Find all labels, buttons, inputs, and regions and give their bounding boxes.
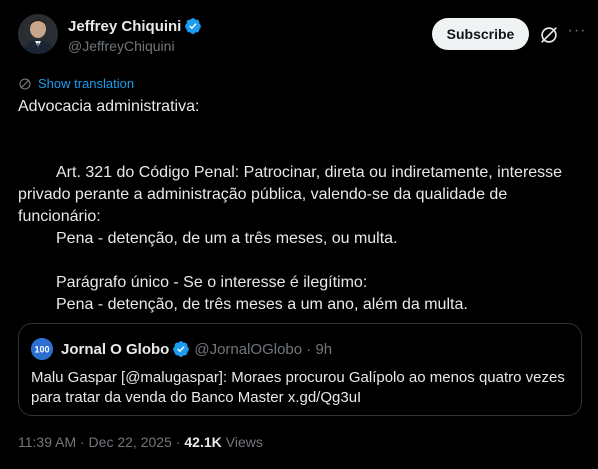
tweet-text: Advocacia administrativa: Art. 321 do Có… [18, 96, 588, 316]
tweet-line: Advocacia administrativa: [18, 98, 200, 115]
quoted-author-name: Jornal O Globo [61, 340, 170, 358]
more-options-icon[interactable]: ··· [566, 22, 588, 44]
show-translation-link[interactable]: Show translation [18, 76, 134, 91]
verified-badge-icon [184, 17, 202, 35]
author-handle[interactable]: @JeffreyChiquini [68, 38, 202, 54]
author-info: Jeffrey Chiquini @JeffreyChiquini [68, 16, 202, 54]
author-name-row: Jeffrey Chiquini [68, 16, 202, 36]
tweet-line: Pena - detenção, de três meses a um ano,… [56, 296, 468, 313]
views-label: Views [225, 434, 263, 450]
show-translation-label: Show translation [38, 76, 135, 91]
quoted-tweet-text: Malu Gaspar [@malugaspar]: Moraes procur… [31, 369, 565, 406]
tweet-line: Pena - detenção, de um a três meses, ou … [56, 230, 398, 247]
timestamp[interactable]: 11:39 AM · Dec 22, 2025 · [18, 434, 180, 450]
author-name[interactable]: Jeffrey Chiquini [68, 18, 181, 35]
quoted-tweet[interactable]: 100 Jornal O Globo @JornalOGlobo · 9h Ma… [18, 323, 582, 416]
avatar[interactable] [18, 14, 58, 54]
quoted-author-handle-time: @JornalOGlobo · 9h [194, 340, 333, 358]
tweet-header: Jeffrey Chiquini @JeffreyChiquini Subscr… [18, 14, 585, 58]
grok-icon[interactable] [538, 24, 560, 46]
o-globo-logo-icon: 100 [31, 338, 53, 360]
tweet-line: Parágrafo único - Se o interesse é ilegí… [56, 274, 368, 291]
avatar-image [18, 14, 58, 54]
tweet-line: Art. 321 do Código Penal: Patrocinar, di… [18, 164, 567, 225]
quoted-tweet-header: 100 Jornal O Globo @JornalOGlobo · 9h [31, 338, 332, 360]
subscribe-button[interactable]: Subscribe [432, 18, 529, 50]
verified-badge-icon [172, 340, 190, 358]
translate-icon [19, 77, 31, 90]
views-count: 42.1K [184, 434, 222, 450]
quoted-avatar[interactable]: 100 [31, 338, 53, 360]
tweet-meta: 11:39 AM · Dec 22, 2025 · 42.1K Views [18, 434, 263, 450]
svg-text:100: 100 [34, 345, 49, 355]
